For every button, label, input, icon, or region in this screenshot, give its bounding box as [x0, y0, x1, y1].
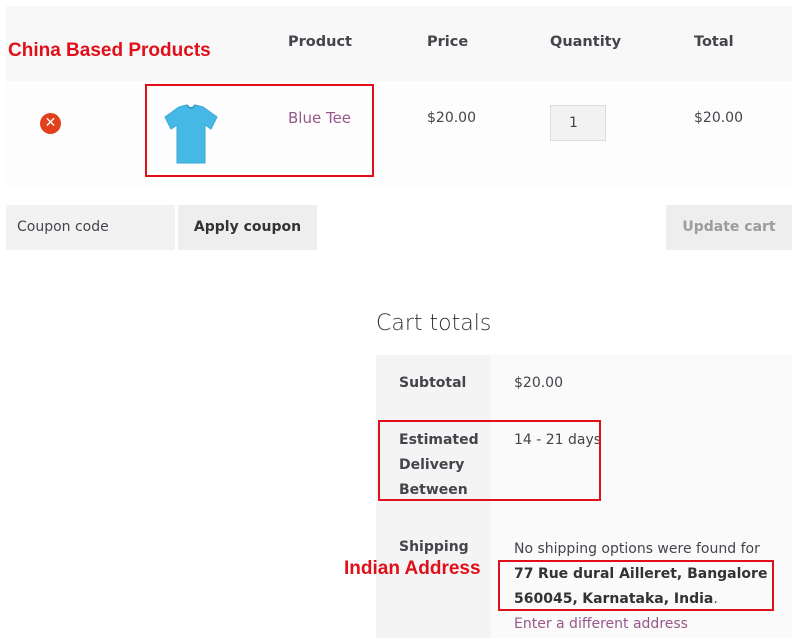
- shipping-label: Shipping: [399, 539, 469, 555]
- delivery-highlight-box: [378, 420, 601, 501]
- subtotal-label: Subtotal: [399, 375, 467, 391]
- column-header-product: Product: [288, 34, 352, 50]
- quantity-input[interactable]: 1: [550, 105, 606, 141]
- table-row: [6, 81, 792, 187]
- column-header-total: Total: [694, 34, 734, 50]
- column-header-quantity: Quantity: [550, 34, 622, 50]
- update-cart-button[interactable]: Update cart: [666, 205, 792, 250]
- product-price: $20.00: [427, 110, 476, 126]
- subtotal-value: $20.00: [514, 375, 563, 391]
- china-products-annotation: China Based Products: [8, 40, 211, 61]
- remove-item-icon[interactable]: ✕: [40, 113, 61, 134]
- column-header-price: Price: [427, 34, 469, 50]
- product-subtotal: $20.00: [694, 110, 743, 126]
- product-highlight-box: [145, 84, 374, 177]
- shipping-message: No shipping options were found for: [514, 541, 760, 557]
- address-highlight-box: [498, 560, 774, 611]
- enter-different-address-link[interactable]: Enter a different address: [514, 616, 688, 632]
- apply-coupon-button[interactable]: Apply coupon: [178, 205, 317, 250]
- cart-totals-title: Cart totals: [376, 311, 492, 336]
- coupon-code-input[interactable]: Coupon code: [6, 205, 175, 250]
- indian-address-annotation: Indian Address: [344, 558, 481, 579]
